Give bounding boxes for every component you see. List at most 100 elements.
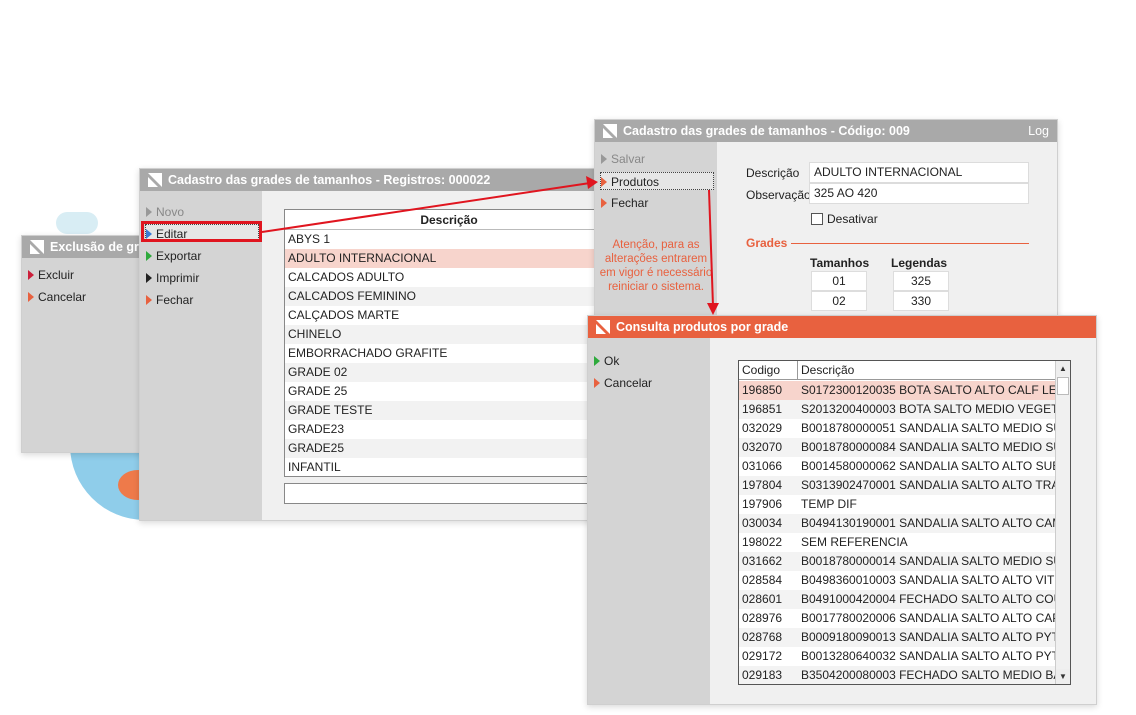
excluir-button[interactable]: Excluir bbox=[28, 266, 74, 284]
novo-button[interactable]: Novo bbox=[146, 203, 184, 221]
table-row-selected[interactable]: 196850 S0172300120035 BOTA SALTO ALTO CAL… bbox=[739, 381, 1056, 400]
menu-label: Excluir bbox=[38, 268, 75, 282]
list-item[interactable]: ABYS 1 bbox=[285, 230, 613, 249]
editar-highlight-box bbox=[141, 221, 262, 242]
fechar-button[interactable]: Fechar bbox=[146, 291, 193, 309]
list-item-selected[interactable]: ADULTO INTERNACIONAL bbox=[285, 249, 613, 268]
table-row[interactable]: 197804 S0313902470001 SANDALIA SALTO ALTO… bbox=[739, 476, 1056, 495]
app-logo-icon bbox=[603, 124, 617, 138]
table-row[interactable]: 028976 B0017780020006 SANDALIA SALTO ALTO… bbox=[739, 609, 1056, 628]
ok-button[interactable]: Ok bbox=[594, 352, 619, 370]
descricao-cell: B0018780000014 SANDALIA SALTO MEDIO SUED bbox=[801, 554, 1056, 568]
desativar-checkbox[interactable] bbox=[811, 213, 823, 225]
list-item[interactable]: GRADE25 bbox=[285, 439, 613, 458]
list-item[interactable]: CHINELO bbox=[285, 325, 613, 344]
table-row[interactable]: 029183 B3504200080003 FECHADO SALTO MEDIO… bbox=[739, 666, 1056, 684]
window-consulta-titlebar[interactable]: Consulta produtos por grade bbox=[588, 316, 1096, 338]
list-item[interactable]: INFANTIL bbox=[285, 458, 613, 476]
grey-triangle-icon bbox=[146, 207, 152, 217]
window-exclusao-titlebar[interactable]: Exclusão de gr bbox=[22, 236, 150, 258]
desativar-label: Desativar bbox=[827, 212, 878, 226]
window-lista-titlebar[interactable]: Cadastro das grades de tamanhos - Regist… bbox=[140, 169, 618, 191]
menu-label: Novo bbox=[156, 205, 185, 219]
green-triangle-icon bbox=[146, 251, 152, 261]
descricao-cell: B0018780000051 SANDALIA SALTO MEDIO SUED bbox=[801, 421, 1056, 435]
cancelar-button[interactable]: Cancelar bbox=[28, 288, 86, 306]
imprimir-button[interactable]: Imprimir bbox=[146, 269, 199, 287]
codigo-cell: 196851 bbox=[742, 402, 783, 416]
list-item[interactable]: GRADE 02 bbox=[285, 363, 613, 382]
list-item[interactable]: GRADE23 bbox=[285, 420, 613, 439]
scroll-thumb[interactable] bbox=[1057, 377, 1069, 395]
table-row[interactable]: 032070 B0018780000084 SANDALIA SALTO MEDI… bbox=[739, 438, 1056, 457]
legenda-cell[interactable]: 330 bbox=[893, 291, 949, 311]
menu-label: Ok bbox=[604, 354, 620, 368]
window-cadastro-titlebar[interactable]: Cadastro das grades de tamanhos - Código… bbox=[595, 120, 1057, 142]
table-row[interactable]: 028584 B0498360010003 SANDALIA SALTO ALTO… bbox=[739, 571, 1056, 590]
produtos-grid[interactable]: Codigo Descrição 196850 S0172300120035 BO… bbox=[738, 360, 1071, 685]
codigo-cell: 198022 bbox=[742, 535, 783, 549]
tamanhos-header: Tamanhos bbox=[810, 256, 870, 270]
descricao-cell: B0014580000062 SANDALIA SALTO ALTO SUEDE bbox=[801, 459, 1056, 473]
table-row[interactable]: 029172 B0013280640032 SANDALIA SALTO ALTO… bbox=[739, 647, 1056, 666]
table-row[interactable]: 028768 B0009180090013 SANDALIA SALTO ALTO… bbox=[739, 628, 1056, 647]
tamanho-cell[interactable]: 01 bbox=[811, 271, 867, 291]
list-item[interactable]: GRADE 25 bbox=[285, 382, 613, 401]
codigo-cell: 029172 bbox=[742, 649, 783, 663]
side-menu: Ok Cancelar bbox=[588, 338, 710, 704]
salvar-button[interactable]: Salvar bbox=[601, 150, 645, 168]
table-row[interactable]: 030034 B0494130190001 SANDALIA SALTO ALTO… bbox=[739, 514, 1056, 533]
scroll-down-arrow-icon[interactable]: ▼ bbox=[1056, 669, 1070, 684]
table-row[interactable]: 031066 B0014580000062 SANDALIA SALTO ALTO… bbox=[739, 457, 1056, 476]
table-row[interactable]: 028601 B0491000420004 FECHADO SALTO ALTO … bbox=[739, 590, 1056, 609]
menu-label: Cancelar bbox=[38, 290, 87, 304]
menu-label: Imprimir bbox=[156, 271, 200, 285]
list-header[interactable]: Descrição bbox=[285, 210, 613, 230]
descricao-field[interactable]: ADULTO INTERNACIONAL bbox=[809, 162, 1029, 183]
codigo-column-header[interactable]: Codigo bbox=[739, 361, 780, 380]
observacao-field[interactable]: 325 AO 420 bbox=[809, 183, 1029, 204]
menu-label: Salvar bbox=[611, 152, 646, 166]
table-row[interactable]: 198022 SEM REFERENCIA bbox=[739, 533, 1056, 552]
codigo-cell: 028601 bbox=[742, 592, 783, 606]
tamanho-cell[interactable]: 02 bbox=[811, 291, 867, 311]
table-row[interactable]: 031662 B0018780000014 SANDALIA SALTO MEDI… bbox=[739, 552, 1056, 571]
produtos-button[interactable]: Produtos bbox=[600, 172, 714, 190]
vertical-scrollbar[interactable]: ▲ ▼ bbox=[1055, 361, 1070, 684]
list-item[interactable]: GRADE TESTE bbox=[285, 401, 613, 420]
log-link[interactable]: Log bbox=[1028, 120, 1049, 142]
cancelar-button[interactable]: Cancelar bbox=[594, 374, 652, 392]
window-cadastro-grade: Cadastro das grades de tamanhos - Código… bbox=[594, 119, 1058, 324]
grades-list[interactable]: Descrição ABYS 1 ADULTO INTERNACIONAL CA… bbox=[284, 209, 614, 477]
descricao-column-header[interactable]: Descrição bbox=[798, 361, 854, 380]
side-menu: Salvar Produtos Fechar Atenção, para as … bbox=[595, 142, 717, 323]
descricao-cell: B0494130190001 SANDALIA SALTO ALTO CAMU bbox=[801, 516, 1056, 530]
table-row[interactable]: 197906 TEMP DIF bbox=[739, 495, 1056, 514]
black-triangle-icon bbox=[146, 273, 152, 283]
codigo-cell: 032070 bbox=[742, 440, 783, 454]
side-menu: Excluir Cancelar bbox=[22, 258, 150, 452]
grades-divider bbox=[791, 243, 1029, 244]
table-row[interactable]: 196851 S2013200400003 BOTA SALTO MEDIO VE… bbox=[739, 400, 1056, 419]
codigo-cell: 031066 bbox=[742, 459, 783, 473]
codigo-cell: 197906 bbox=[742, 497, 783, 511]
legenda-cell[interactable]: 325 bbox=[893, 271, 949, 291]
restart-warning: Atenção, para as alterações entrarem em … bbox=[599, 239, 713, 293]
window-consulta-produtos: Consulta produtos por grade Ok Cancelar … bbox=[587, 315, 1097, 705]
exportar-button[interactable]: Exportar bbox=[146, 247, 201, 265]
fechar-button[interactable]: Fechar bbox=[601, 194, 648, 212]
list-item[interactable]: CALCADOS ADULTO bbox=[285, 268, 613, 287]
green-triangle-icon bbox=[594, 356, 600, 366]
list-item[interactable]: CALCADOS FEMININO bbox=[285, 287, 613, 306]
descricao-label: Descrição bbox=[746, 166, 800, 180]
orange-triangle-icon bbox=[601, 177, 607, 187]
grey-triangle-icon bbox=[601, 154, 607, 164]
descricao-cell: B0498360010003 SANDALIA SALTO ALTO VITEL… bbox=[801, 573, 1056, 587]
list-item[interactable]: EMBORRACHADO GRAFITE bbox=[285, 344, 613, 363]
descricao-cell: S0313902470001 SANDALIA SALTO ALTO TRANC bbox=[801, 478, 1056, 492]
scroll-up-arrow-icon[interactable]: ▲ bbox=[1056, 361, 1070, 376]
table-row[interactable]: 032029 B0018780000051 SANDALIA SALTO MEDI… bbox=[739, 419, 1056, 438]
codigo-cell: 028976 bbox=[742, 611, 783, 625]
search-input[interactable] bbox=[284, 483, 614, 504]
list-item[interactable]: CALÇADOS MARTE bbox=[285, 306, 613, 325]
